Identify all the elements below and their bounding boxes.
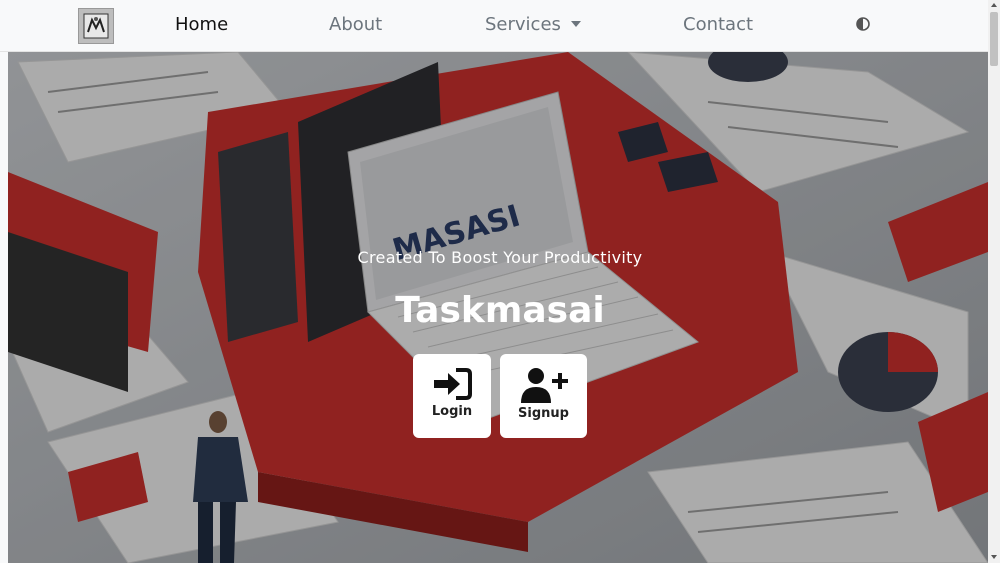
hero-tagline: Created To Boost Your Productivity <box>357 248 643 267</box>
signup-button[interactable]: Signup <box>500 354 587 438</box>
nav-services-dropdown[interactable]: Services <box>485 14 581 35</box>
nav-about-link[interactable]: About <box>329 14 382 35</box>
login-button[interactable]: Login <box>413 354 491 438</box>
signup-label: Signup <box>518 406 569 421</box>
contrast-icon[interactable] <box>856 17 870 31</box>
login-label: Login <box>431 404 473 419</box>
nav-services-label: Services <box>485 14 561 35</box>
hero-title: Taskmasai <box>395 290 605 331</box>
nav-home-link[interactable]: Home <box>175 14 228 35</box>
user-plus-icon <box>520 368 568 403</box>
caret-down-icon <box>570 20 581 27</box>
scroll-down-arrow-icon[interactable] <box>991 555 997 559</box>
masasi-logo-icon <box>83 13 109 39</box>
page-scrollbar[interactable] <box>988 0 1000 563</box>
nav-contact-link[interactable]: Contact <box>683 14 753 35</box>
sign-in-icon <box>434 368 472 400</box>
scroll-thumb[interactable] <box>990 12 998 66</box>
scroll-up-arrow-icon[interactable] <box>991 3 997 7</box>
navbar: Home About Services Contact <box>0 0 988 52</box>
brand-logo[interactable] <box>78 8 114 44</box>
